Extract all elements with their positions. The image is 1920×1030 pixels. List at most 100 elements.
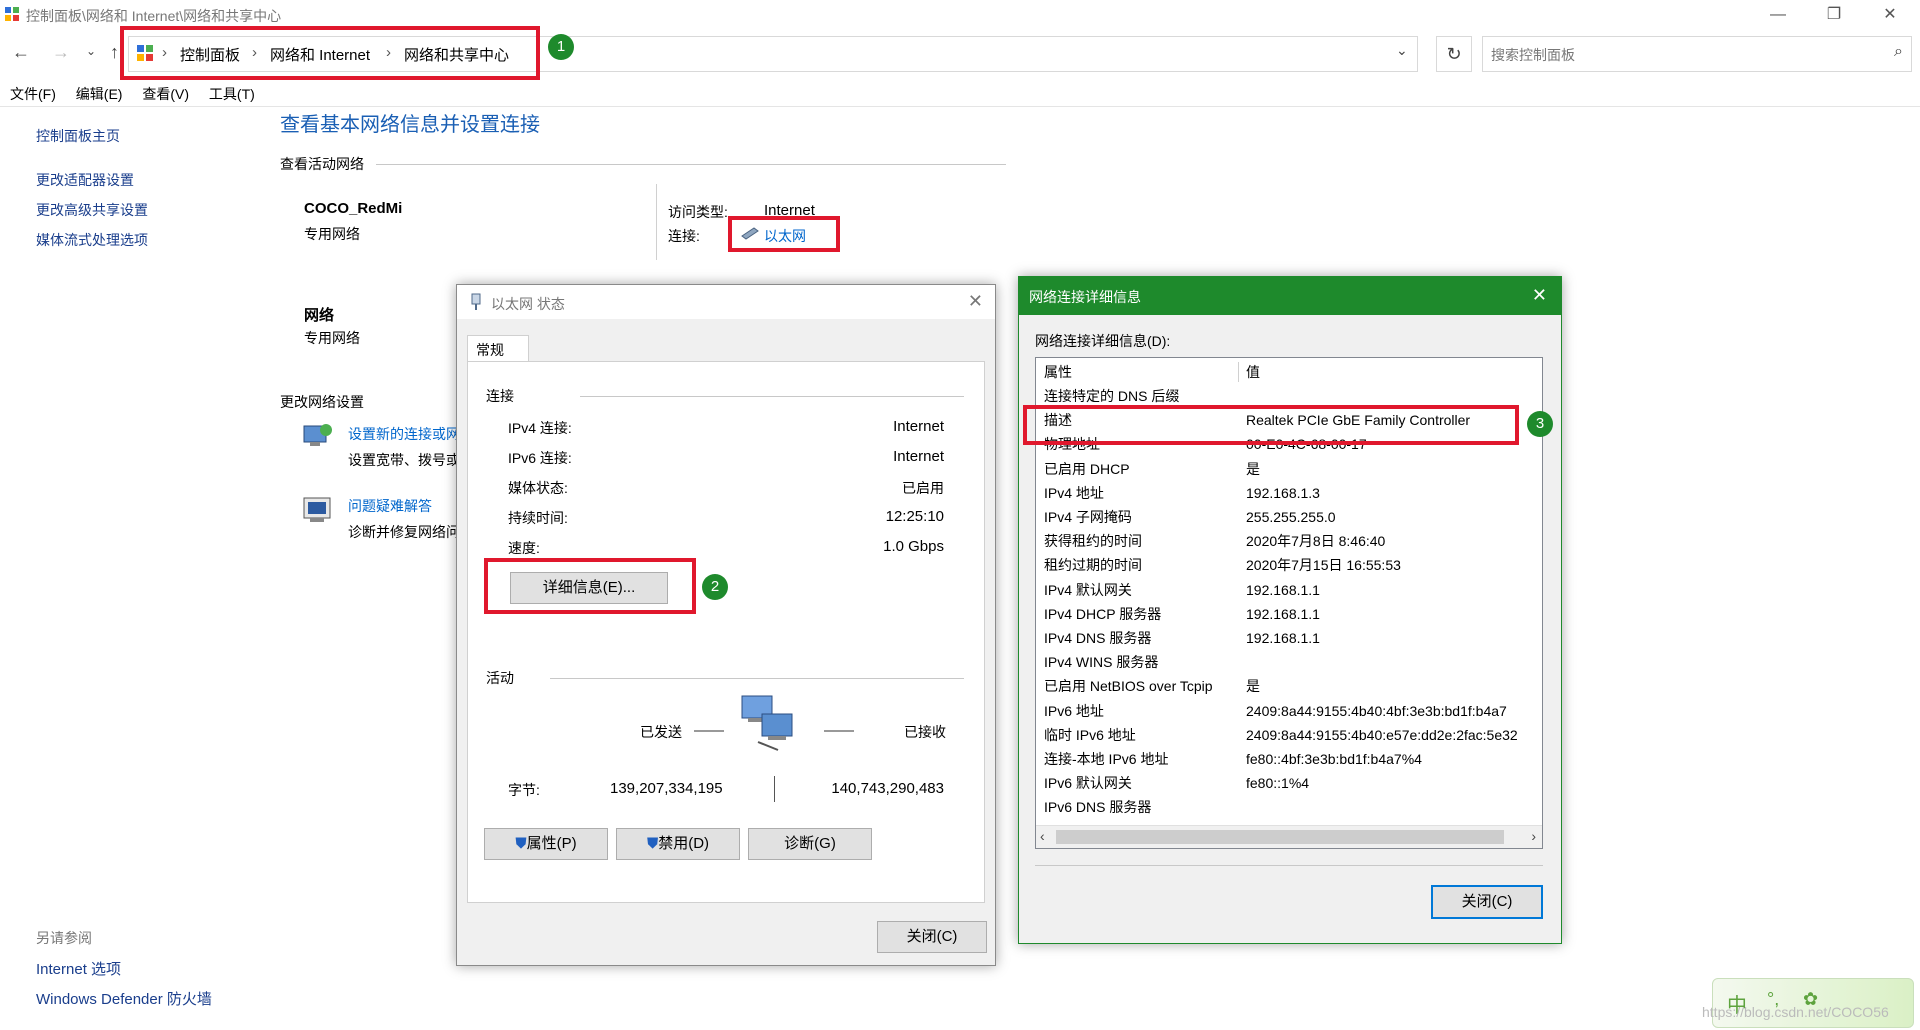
table-row[interactable]: IPv4 WINS 服务器 — [1036, 650, 1542, 674]
see-also-firewall[interactable]: Windows Defender 防火墙 — [36, 988, 212, 1009]
row-property: 临时 IPv6 地址 — [1044, 726, 1136, 743]
tab-general-label: 常规 — [476, 342, 504, 358]
sidebar-item-sharing[interactable]: 更改高级共享设置 — [36, 200, 148, 220]
row-value: 192.168.1.3 — [1246, 484, 1320, 501]
media-state-value: 已启用 — [902, 480, 944, 496]
table-body: 连接特定的 DNS 后缀 描述 Realtek PCIe GbE Family Co… — [1036, 384, 1542, 820]
status-dialog-title: 以太网 状态 — [491, 296, 565, 312]
menu-divider — [0, 106, 1920, 107]
annotation-badge-1: 1 — [548, 34, 574, 60]
horizontal-scrollbar[interactable]: ‹ › — [1036, 825, 1542, 848]
network-name: COCO_RedMi — [304, 200, 403, 217]
details-close-button[interactable]: 关闭(C) — [1431, 885, 1543, 919]
row-value: 192.168.1.1 — [1246, 605, 1320, 622]
table-row[interactable]: IPv4 默认网关 192.168.1.1 — [1036, 578, 1542, 602]
vertical-divider — [656, 184, 657, 260]
search-placeholder: 搜索控制面板 — [1491, 47, 1575, 63]
task-troubleshoot-desc: 诊断并修复网络问题 — [348, 524, 456, 540]
new-connection-icon — [302, 420, 334, 456]
task-new-connection[interactable]: 设置新的连接或网络 — [348, 424, 456, 444]
table-row[interactable]: IPv4 DHCP 服务器 192.168.1.1 — [1036, 602, 1542, 626]
table-row[interactable]: IPv4 DNS 服务器 192.168.1.1 — [1036, 626, 1542, 650]
nav-up-button[interactable]: ↑ — [110, 42, 119, 63]
properties-button[interactable]: ⛊属性(P) — [484, 828, 608, 860]
minimize-button[interactable]: — — [1750, 0, 1806, 30]
table-row[interactable]: 连接-本地 IPv6 地址 fe80::4bf:3e3b:bd1f:b4a7%4 — [1036, 747, 1542, 771]
row-value: fe80::1%4 — [1246, 775, 1310, 792]
sidebar-item-adapter[interactable]: 更改适配器设置 — [36, 170, 134, 190]
status-dialog-titlebar: 以太网 状态 ✕ — [457, 285, 995, 319]
row-property: IPv6 DNS 服务器 — [1044, 799, 1152, 816]
menu-view[interactable]: 查看(V) — [142, 86, 189, 102]
ime-toolbar[interactable]: 中 °, ✿ — [1712, 978, 1914, 1028]
scroll-right-icon[interactable]: › — [1531, 828, 1536, 844]
table-row[interactable]: 临时 IPv6 地址 2409:8a44:9155:4b40:e57e:dd2e:… — [1036, 723, 1542, 747]
received-label: 已接收 — [904, 724, 946, 740]
table-row[interactable]: IPv4 地址 192.168.1.3 — [1036, 481, 1542, 505]
scroll-thumb[interactable] — [1056, 830, 1504, 844]
table-row[interactable]: 已启用 NetBIOS over Tcpip 是 — [1036, 674, 1542, 698]
highlight-box-ethernet — [728, 216, 840, 252]
status-dialog-close-icon[interactable]: ✕ — [968, 291, 983, 312]
row-value: 255.255.255.0 — [1246, 509, 1336, 525]
table-row[interactable]: IPv6 DNS 服务器 — [1036, 795, 1542, 819]
nav-forward-button[interactable]: → — [52, 42, 70, 63]
row-value: 是 — [1246, 678, 1260, 695]
status-close-button[interactable]: 关闭(C) — [877, 921, 987, 953]
close-window-button[interactable]: ✕ — [1862, 0, 1918, 30]
table-row[interactable]: IPv4 子网掩码 255.255.255.0 — [1036, 505, 1542, 529]
row-property: IPv4 DHCP 服务器 — [1044, 605, 1162, 622]
details-dialog-titlebar: 网络连接详细信息 ✕ — [1019, 277, 1561, 315]
active-networks-title: 查看活动网络 — [280, 156, 364, 172]
nav-back-button[interactable]: ← — [12, 42, 30, 63]
details-dialog-close-icon[interactable]: ✕ — [1532, 285, 1547, 306]
connection-section-title: 连接 — [486, 388, 514, 404]
row-property: 获得租约的时间 — [1044, 533, 1142, 550]
sidebar-home[interactable]: 控制面板主页 — [36, 126, 120, 146]
diagnose-button[interactable]: 诊断(G) — [748, 828, 872, 860]
table-row[interactable]: 已启用 DHCP 是 — [1036, 457, 1542, 481]
ipv6-label: IPv6 连接: — [508, 450, 572, 466]
recent-dropdown-icon[interactable]: ⌄ — [86, 44, 96, 58]
row-property: 已启用 NetBIOS over Tcpip — [1044, 678, 1213, 695]
activity-divider — [550, 678, 964, 679]
sidebar-item-media[interactable]: 媒体流式处理选项 — [36, 230, 148, 250]
address-dropdown-icon[interactable]: ⌄ — [1396, 42, 1408, 59]
table-row[interactable]: 租约过期的时间 2020年7月15日 16:55:53 — [1036, 553, 1542, 577]
menu-tools[interactable]: 工具(T) — [209, 86, 255, 102]
details-dialog-title: 网络连接详细信息 — [1029, 289, 1141, 305]
row-property: IPv4 默认网关 — [1044, 581, 1132, 598]
highlight-box-description — [1023, 405, 1519, 445]
task-troubleshoot[interactable]: 问题疑难解答 — [348, 496, 432, 516]
see-also-internet-options[interactable]: Internet 选项 — [36, 958, 121, 979]
sent-label: 已发送 — [640, 724, 682, 740]
control-panel-icon — [4, 6, 20, 22]
recv-line — [824, 730, 854, 732]
row-value: 2020年7月8日 8:46:40 — [1246, 533, 1386, 550]
table-row[interactable]: 获得租约的时间 2020年7月8日 8:46:40 — [1036, 529, 1542, 553]
row-value: 2020年7月15日 16:55:53 — [1246, 557, 1401, 574]
disable-button[interactable]: ⛊禁用(D) — [616, 828, 740, 860]
tab-general[interactable]: 常规 — [467, 335, 529, 362]
speed-value: 1.0 Gbps — [883, 538, 944, 555]
col-property-header[interactable]: 属性 — [1044, 360, 1072, 384]
table-header: 属性 值 — [1036, 360, 1542, 384]
col-value-header[interactable]: 值 — [1246, 360, 1260, 384]
highlight-box-breadcrumb — [120, 26, 540, 80]
menu-edit[interactable]: 编辑(E) — [76, 86, 123, 102]
menu-file[interactable]: 文件(F) — [10, 86, 56, 102]
refresh-icon[interactable]: ↻ — [1436, 36, 1472, 72]
speed-label: 速度: — [508, 540, 540, 556]
col-divider — [1238, 362, 1239, 382]
menu-bar: 文件(F) 编辑(E) 查看(V) 工具(T) — [10, 84, 271, 104]
bytes-sent-value: 139,207,334,195 — [610, 780, 723, 797]
table-row[interactable]: IPv6 默认网关 fe80::1%4 — [1036, 771, 1542, 795]
search-input[interactable]: 搜索控制面板 ⌕ — [1482, 36, 1912, 72]
active-networks-divider — [376, 164, 1006, 165]
table-row[interactable]: IPv6 地址 2409:8a44:9155:4b40:4bf:3e3b:bd1f… — [1036, 699, 1542, 723]
network-computers-icon — [738, 692, 798, 756]
highlight-box-details — [484, 558, 696, 614]
search-icon: ⌕ — [1894, 43, 1903, 60]
restore-button[interactable]: ❐ — [1806, 0, 1862, 30]
scroll-left-icon[interactable]: ‹ — [1040, 828, 1045, 844]
